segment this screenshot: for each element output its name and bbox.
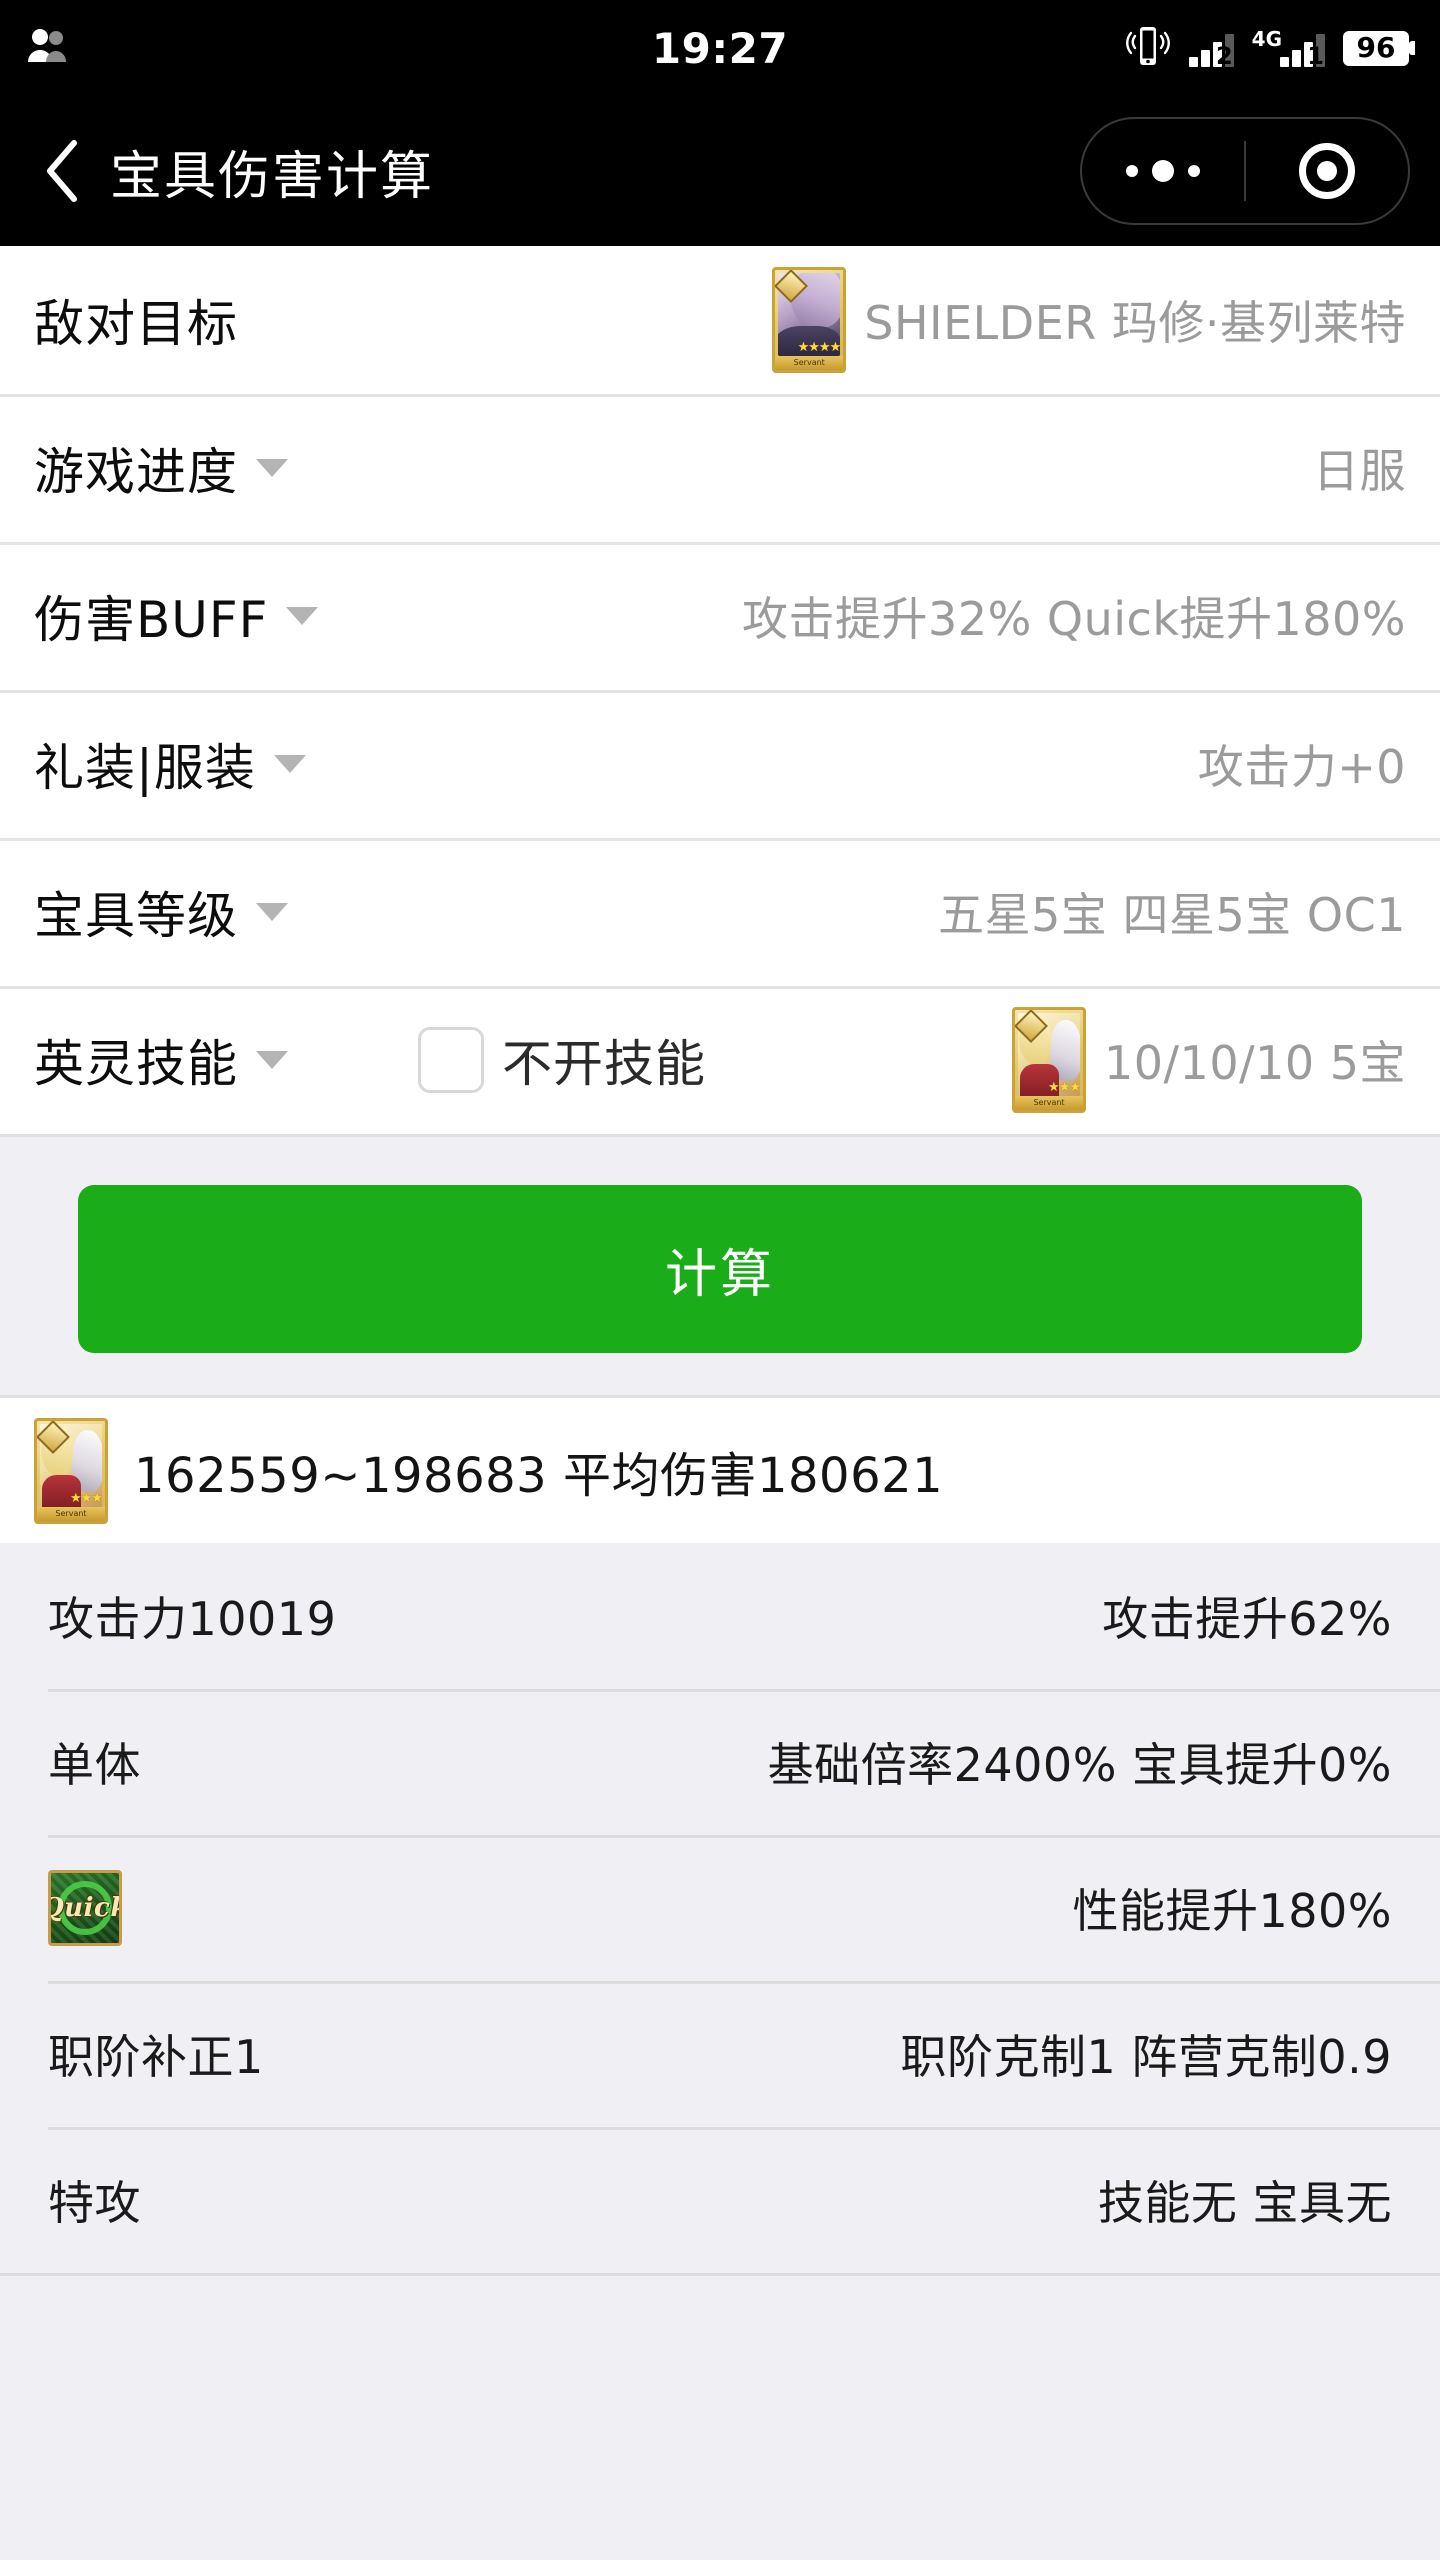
detail-left-text: 职阶补正1 [48, 2030, 264, 2084]
row-right: ★★★ Servant 10/10/10 5宝 [1012, 1007, 1406, 1113]
row-right: 日服 [1313, 435, 1406, 501]
quick-card-label: Quick [51, 1893, 119, 1923]
row-right: 五星5宝 四星5宝 OC1 [938, 879, 1406, 945]
network-type-label: 4G [1251, 27, 1282, 51]
calculate-button-area: 计算 [0, 1134, 1440, 1395]
card-footer-label: Servant [775, 356, 844, 370]
status-bar-left [26, 26, 70, 70]
row-value: SHIELDER 玛修·基列莱特 [864, 296, 1406, 350]
app-screen: 19:27 2 4G 1 96 宝具伤害计算 敌对目标 ★★★★ Servant… [0, 0, 1440, 2560]
no-skills-checkbox-group[interactable]: 不开技能 [418, 1024, 706, 1096]
result-servant-card-icon: ★★★ Servant [34, 1417, 108, 1524]
row-right: 攻击提升32% Quick提升180% [742, 583, 1406, 649]
chevron-down-icon [256, 903, 288, 921]
card-stars: ★★★ [70, 1490, 103, 1506]
detail-right-text: 基础倍率2400% 宝具提升0% [767, 1738, 1392, 1792]
result-detail-list: 攻击力10019 攻击提升62% 单体 基础倍率2400% 宝具提升0% Qui… [0, 1543, 1440, 2279]
navigation-bar: 宝具伤害计算 [0, 96, 1440, 246]
chevron-down-icon [286, 607, 319, 625]
detail-right-text: 职阶克制1 阵营克制0.9 [900, 2030, 1392, 2084]
row-label: 伤害BUFF [34, 591, 269, 649]
battery-level-label: 96 [1343, 30, 1409, 66]
form-row-np-level[interactable]: 宝具等级 五星5宝 四星5宝 OC1 [0, 838, 1440, 986]
settings-form: 敌对目标 ★★★★ Servant SHIELDER 玛修·基列莱特 游戏进度 … [0, 246, 1440, 1134]
card-footer-label: Servant [37, 1506, 105, 1521]
close-miniprogram-button[interactable] [1246, 143, 1408, 199]
chevron-down-icon [256, 459, 288, 477]
miniprogram-capsule [1080, 117, 1410, 225]
calculate-button[interactable]: 计算 [78, 1185, 1362, 1353]
more-menu-button[interactable] [1082, 160, 1244, 182]
list-end-divider [0, 2273, 1440, 2276]
result-summary-row: ★★★ Servant 162559~198683 平均伤害180621 [0, 1395, 1440, 1543]
detail-right-text: 攻击提升62% [1102, 1592, 1392, 1646]
vibrate-icon [1125, 22, 1171, 74]
status-bar: 19:27 2 4G 1 96 [0, 0, 1440, 96]
detail-left-icon-wrap: Quick [48, 1870, 122, 1946]
detail-left-text: 攻击力10019 [48, 1592, 337, 1646]
back-chevron-icon[interactable] [34, 140, 90, 202]
row-right: 攻击力+0 [1198, 731, 1406, 797]
row-label: 英灵技能 [34, 1035, 238, 1093]
page-title: 宝具伤害计算 [110, 146, 435, 207]
form-row-game-progress[interactable]: 游戏进度 日服 [0, 394, 1440, 542]
status-bar-right: 2 4G 1 96 [1125, 22, 1415, 74]
detail-row-card-performance: Quick 性能提升180% [0, 1835, 1440, 1981]
detail-row-class-modifier: 职阶补正1 职阶克制1 阵营克制0.9 [0, 1981, 1440, 2127]
row-label: 敌对目标 [34, 295, 238, 353]
row-value: 攻击提升32% Quick提升180% [742, 592, 1406, 646]
chevron-down-icon [256, 1051, 288, 1069]
chevron-down-icon [273, 755, 306, 773]
row-label: 礼装|服装 [34, 739, 256, 797]
servant-card-duo-icon: ★★★ Servant [1012, 1007, 1087, 1113]
sim2-network-group: 4G 1 [1251, 27, 1325, 70]
detail-left-text: 特攻 [48, 2176, 141, 2230]
quick-card-icon: Quick [48, 1870, 122, 1946]
battery-icon: 96 [1343, 30, 1415, 66]
servant-card-mash-icon: ★★★★ Servant [772, 267, 847, 373]
row-value: 日服 [1313, 444, 1406, 498]
form-row-servant-skills[interactable]: 英灵技能 不开技能 ★★★ Servant 10/10/10 5宝 [0, 986, 1440, 1134]
row-value: 攻击力+0 [1197, 740, 1406, 794]
detail-row-attack: 攻击力10019 攻击提升62% [0, 1543, 1440, 1689]
sim2-signal-icon: 1 [1280, 29, 1325, 70]
form-row-craft-essence[interactable]: 礼装|服装 攻击力+0 [0, 690, 1440, 838]
more-dots-icon [1126, 160, 1200, 182]
no-skills-checkbox[interactable] [418, 1027, 484, 1093]
card-stars: ★★★★ [797, 340, 842, 355]
target-circle-icon [1299, 143, 1355, 199]
detail-row-np-type: 单体 基础倍率2400% 宝具提升0% [0, 1689, 1440, 1835]
sim2-signal-label: 1 [1307, 42, 1324, 70]
battery-nub [1409, 41, 1415, 55]
form-row-enemy-target[interactable]: 敌对目标 ★★★★ Servant SHIELDER 玛修·基列莱特 [0, 246, 1440, 394]
row-value: 五星5宝 四星5宝 OC1 [938, 888, 1406, 942]
card-stars: ★★★ [1048, 1080, 1081, 1095]
form-row-damage-buff[interactable]: 伤害BUFF 攻击提升32% Quick提升180% [0, 542, 1440, 690]
detail-left-text: 单体 [48, 1738, 141, 1792]
detail-right-text: 性能提升180% [1072, 1884, 1392, 1938]
row-value: 10/10/10 5宝 [1104, 1036, 1406, 1090]
card-footer-label: Servant [1015, 1096, 1084, 1110]
contacts-icon [26, 26, 70, 70]
row-right: ★★★★ Servant SHIELDER 玛修·基列莱特 [772, 267, 1406, 373]
sim1-signal-label: 2 [1215, 42, 1233, 70]
row-label: 游戏进度 [34, 443, 238, 501]
damage-summary-text: 162559~198683 平均伤害180621 [134, 1447, 944, 1504]
sim1-signal-icon: 2 [1188, 29, 1234, 70]
no-skills-checkbox-label: 不开技能 [502, 1035, 706, 1093]
detail-row-special-attack: 特攻 技能无 宝具无 [0, 2127, 1440, 2273]
detail-right-text: 技能无 宝具无 [1097, 2176, 1392, 2230]
row-label: 宝具等级 [34, 887, 238, 945]
